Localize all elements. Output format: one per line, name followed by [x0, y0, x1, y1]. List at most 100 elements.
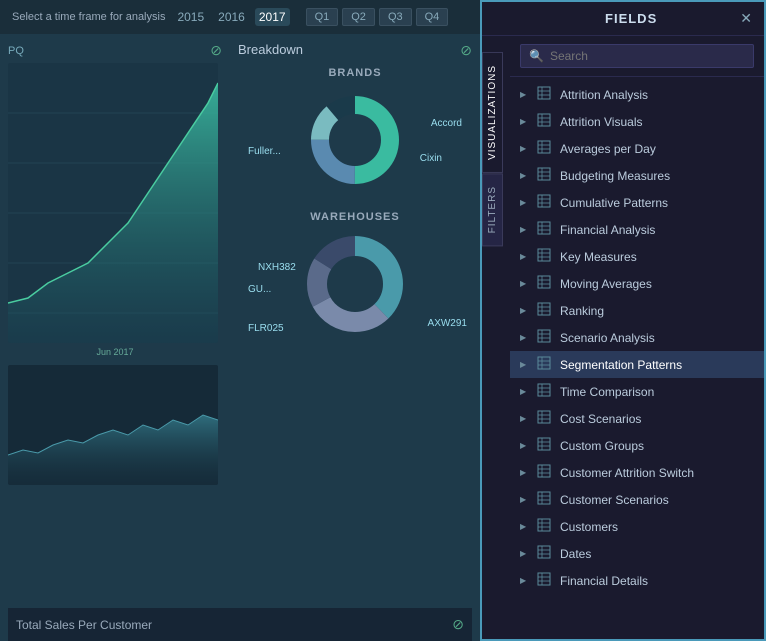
- search-icon: 🔍: [529, 49, 544, 63]
- field-name-label: Cumulative Patterns: [560, 196, 668, 210]
- brands-section: BRANDS Accord Fuller...: [238, 67, 472, 195]
- chart-edit-icon: ⊘: [210, 42, 222, 59]
- year-2015-button[interactable]: 2015: [173, 8, 208, 26]
- warehouses-donut-wrapper: NXH382 GU... FLR025 AXW291: [238, 229, 472, 339]
- left-panel: Select a time frame for analysis 2015 20…: [0, 0, 480, 641]
- field-item[interactable]: ▶Moving Averages: [510, 270, 764, 297]
- field-name-label: Financial Details: [560, 574, 648, 588]
- field-item[interactable]: ▶ Attrition Analysis: [510, 81, 764, 108]
- field-table-icon: [536, 356, 552, 373]
- visualizations-tab[interactable]: VISUALIZATIONS: [482, 52, 503, 173]
- small-chart-svg: [8, 365, 218, 485]
- field-table-icon: [536, 275, 552, 292]
- bottom-card-title: Total Sales Per Customer: [16, 618, 152, 632]
- field-expand-arrow: ▶: [520, 198, 528, 207]
- fields-title: FIELDS: [605, 11, 657, 26]
- field-table-icon: [536, 302, 552, 319]
- nxh-label: NXH382: [258, 262, 296, 273]
- search-input[interactable]: [550, 49, 745, 63]
- field-name-label: Averages per Day: [560, 142, 656, 156]
- warehouses-title: WAREHOUSES: [238, 211, 472, 223]
- field-expand-arrow: ▶: [520, 360, 528, 369]
- side-tabs: VISUALIZATIONS FILTERS: [482, 52, 503, 246]
- field-item[interactable]: ▶Dates: [510, 540, 764, 567]
- field-name-label: Customers: [560, 520, 618, 534]
- field-table-icon: [536, 113, 552, 130]
- field-name-label: Financial Analysis: [560, 223, 655, 237]
- chart-area: PQ ⊘: [0, 34, 480, 584]
- gu-label: GU...: [248, 284, 271, 295]
- field-item[interactable]: ▶Budgeting Measures: [510, 162, 764, 189]
- search-container: 🔍: [510, 36, 764, 77]
- warehouses-section: WAREHOUSES NXH382: [238, 211, 472, 339]
- field-table-icon: [536, 221, 552, 238]
- year-2016-button[interactable]: 2016: [214, 8, 249, 26]
- field-expand-arrow: ▶: [520, 225, 528, 234]
- field-table-icon: [536, 167, 552, 184]
- close-button[interactable]: ✕: [740, 10, 752, 27]
- field-name-label: Attrition Analysis: [560, 88, 648, 102]
- brands-title: BRANDS: [238, 67, 472, 79]
- chart-date-label: Jun 2017: [8, 347, 222, 357]
- q2-button[interactable]: Q2: [342, 8, 375, 26]
- field-item[interactable]: ▶ Customer Scenarios: [510, 486, 764, 513]
- field-expand-arrow: ▶: [520, 279, 528, 288]
- field-name-label: Time Comparison: [560, 385, 654, 399]
- q1-button[interactable]: Q1: [306, 8, 339, 26]
- field-table-icon: [536, 437, 552, 454]
- field-expand-arrow: ▶: [520, 576, 528, 585]
- field-name-label: Custom Groups: [560, 439, 644, 453]
- breakdown-edit-icon: ⊘: [460, 42, 472, 59]
- field-name-label: Customer Scenarios: [560, 493, 669, 507]
- flr-label: FLR025: [248, 323, 284, 334]
- field-expand-arrow: ▶: [520, 441, 528, 450]
- field-item[interactable]: ▶ Financial Analysis: [510, 216, 764, 243]
- field-name-label: Segmentation Patterns: [560, 358, 682, 372]
- axw-label: AXW291: [428, 318, 467, 329]
- field-table-icon: [536, 410, 552, 427]
- field-expand-arrow: ▶: [520, 90, 528, 99]
- bottom-card-icon: ⊘: [452, 616, 464, 633]
- field-table-icon: [536, 329, 552, 346]
- field-name-label: Cost Scenarios: [560, 412, 641, 426]
- field-expand-arrow: ▶: [520, 306, 528, 315]
- breakdown-title: Breakdown: [238, 42, 303, 59]
- field-table-icon: [536, 545, 552, 562]
- field-item[interactable]: ▶ Averages per Day: [510, 135, 764, 162]
- field-item[interactable]: ▶Scenario Analysis: [510, 324, 764, 351]
- fuller-label: Fuller...: [248, 146, 281, 157]
- fields-panel: FIELDS ✕ VISUALIZATIONS FILTERS 🔍 ▶Attri…: [480, 0, 766, 641]
- cixin-label: Cixin: [420, 153, 442, 164]
- chart-title-label: PQ: [8, 45, 24, 57]
- field-table-icon: [536, 194, 552, 211]
- filters-tab[interactable]: FILTERS: [482, 173, 503, 246]
- quarter-buttons: Q1 Q2 Q3 Q4: [306, 8, 449, 26]
- field-item[interactable]: ▶ Segmentation Patterns: [510, 351, 764, 378]
- field-item[interactable]: ▶Key Measures: [510, 243, 764, 270]
- field-item[interactable]: ▶Attrition Visuals: [510, 108, 764, 135]
- field-item[interactable]: ▶Customers: [510, 513, 764, 540]
- year-2017-button[interactable]: 2017: [255, 8, 290, 26]
- brands-donut-labels: Accord Fuller... Cixin: [238, 85, 472, 195]
- field-table-icon: [536, 86, 552, 103]
- q4-button[interactable]: Q4: [416, 8, 449, 26]
- field-table-icon: [536, 140, 552, 157]
- left-charts: PQ ⊘: [0, 34, 230, 584]
- q3-button[interactable]: Q3: [379, 8, 412, 26]
- field-item[interactable]: ▶ Cumulative Patterns: [510, 189, 764, 216]
- field-item[interactable]: ▶Time Comparison: [510, 378, 764, 405]
- field-expand-arrow: ▶: [520, 495, 528, 504]
- field-item[interactable]: ▶Customer Attrition Switch: [510, 459, 764, 486]
- field-item[interactable]: ▶ Financial Details: [510, 567, 764, 594]
- field-expand-arrow: ▶: [520, 144, 528, 153]
- field-table-icon: [536, 491, 552, 508]
- field-expand-arrow: ▶: [520, 333, 528, 342]
- field-item[interactable]: ▶Ranking: [510, 297, 764, 324]
- chart-title: PQ ⊘: [8, 42, 222, 59]
- year-buttons: 2015 2016 2017: [173, 8, 289, 26]
- field-item[interactable]: ▶ Custom Groups: [510, 432, 764, 459]
- field-table-icon: [536, 383, 552, 400]
- field-item[interactable]: ▶Cost Scenarios: [510, 405, 764, 432]
- main-chart-svg: [8, 63, 218, 343]
- field-name-label: Budgeting Measures: [560, 169, 670, 183]
